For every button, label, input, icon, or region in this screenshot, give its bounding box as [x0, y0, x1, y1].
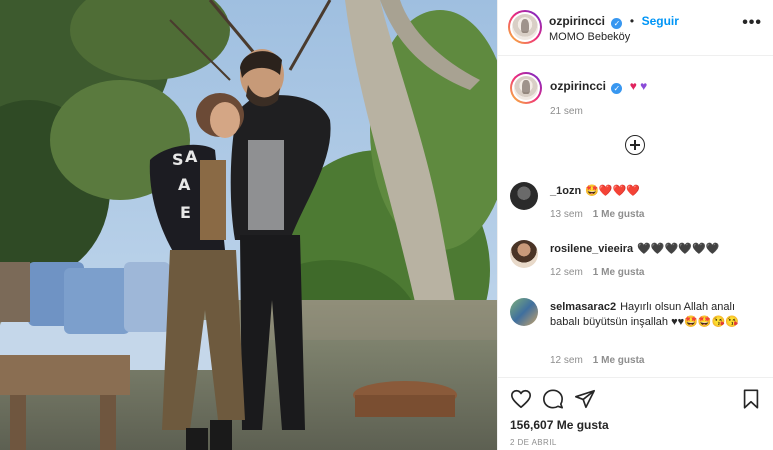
- svg-text:A: A: [185, 147, 198, 166]
- comment-likes[interactable]: 1 Me gusta: [593, 209, 645, 220]
- svg-text:S: S: [172, 150, 184, 169]
- purple-heart-icon: ♥: [640, 79, 648, 93]
- follow-button[interactable]: Seguir: [642, 14, 679, 28]
- comment-time: 13 sem: [550, 209, 583, 220]
- comment-likes[interactable]: 1 Me gusta: [593, 355, 645, 366]
- commenter-avatar[interactable]: [510, 240, 538, 268]
- comment-meta: 12 sem 1 Me gusta: [550, 267, 644, 278]
- verified-badge-icon: ✓: [611, 83, 623, 94]
- commenter-avatar[interactable]: [510, 298, 538, 326]
- comment-text: selmasarac2 Hayırlı olsun Allah analı bab…: [550, 300, 766, 330]
- post-side-panel: ozpirincci ✓ • Seguir MOMO Bebeköy ••• o…: [497, 0, 773, 450]
- caption-time: 21 sem: [550, 106, 583, 117]
- commenter-username[interactable]: _1ozn: [550, 185, 581, 197]
- post-photo[interactable]: S A A E: [0, 0, 497, 450]
- bookmark-icon[interactable]: [740, 388, 762, 410]
- caption-username[interactable]: ozpirincci: [550, 79, 606, 93]
- separator-dot: •: [629, 14, 635, 28]
- header-user-line: ozpirincci ✓ • Seguir: [549, 12, 679, 30]
- comment-content: 🖤🖤🖤🖤🖤🖤: [637, 243, 720, 255]
- comment-text: _1ozn 🤩❤️❤️❤️: [550, 184, 766, 199]
- svg-text:E: E: [180, 203, 191, 222]
- verified-badge-icon: ✓: [611, 18, 623, 29]
- comment-bubble-icon[interactable]: [542, 388, 564, 410]
- comment-likes[interactable]: 1 Me gusta: [593, 267, 645, 278]
- comment-content: 🤩❤️❤️❤️: [585, 185, 640, 197]
- svg-text:A: A: [178, 175, 191, 194]
- more-options-icon[interactable]: •••: [742, 14, 762, 32]
- heart-outline-icon[interactable]: [510, 388, 532, 410]
- plus-circle-icon[interactable]: [625, 135, 645, 155]
- caption-avatar[interactable]: [510, 72, 542, 104]
- comment-meta: 12 sem 1 Me gusta: [550, 355, 644, 366]
- post-date: 2 DE ABRIL: [510, 438, 557, 447]
- commenter-avatar[interactable]: [510, 182, 538, 210]
- photo-scene: S A A E: [0, 0, 497, 450]
- caption-line: ozpirincci ✓ ♥ ♥: [550, 79, 647, 94]
- commenter-username[interactable]: selmasarac2: [550, 301, 616, 313]
- comment-time: 12 sem: [550, 267, 583, 278]
- comment-time: 12 sem: [550, 355, 583, 366]
- instagram-post: S A A E ozpirincci ✓ • Seguir MOMO Bebek…: [0, 0, 773, 450]
- paper-plane-icon[interactable]: [574, 388, 596, 410]
- commenter-username[interactable]: rosilene_vieeira: [550, 243, 633, 255]
- comment-meta: 13 sem 1 Me gusta: [550, 209, 644, 220]
- post-header: ozpirincci ✓ • Seguir MOMO Bebeköy •••: [498, 0, 773, 56]
- post-location[interactable]: MOMO Bebeköy: [549, 31, 630, 43]
- likes-count[interactable]: 156,607 Me gusta: [510, 418, 609, 432]
- author-username[interactable]: ozpirincci: [549, 14, 605, 28]
- post-actions: 156,607 Me gusta 2 DE ABRIL: [498, 377, 773, 450]
- comment-text: rosilene_vieeira 🖤🖤🖤🖤🖤🖤: [550, 242, 766, 257]
- red-heart-icon: ♥: [629, 79, 637, 93]
- author-avatar[interactable]: [508, 10, 542, 44]
